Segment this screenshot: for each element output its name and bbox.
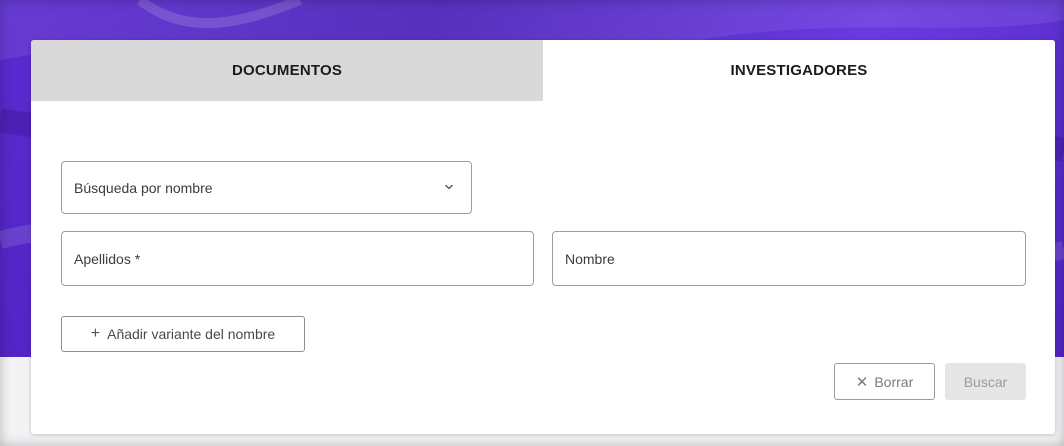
add-name-variant-button[interactable]: + Añadir variante del nombre bbox=[61, 316, 305, 352]
search-button[interactable]: Buscar bbox=[945, 363, 1026, 400]
name-input[interactable]: Nombre bbox=[552, 231, 1026, 286]
name-label: Nombre bbox=[565, 250, 615, 267]
tab-documentos[interactable]: DOCUMENTOS bbox=[31, 40, 543, 101]
search-button-label: Buscar bbox=[963, 373, 1008, 390]
clear-button-label: Borrar bbox=[874, 373, 914, 390]
search-by-name-select[interactable]: Búsqueda por nombre bbox=[61, 161, 472, 214]
search-panel: DOCUMENTOS INVESTIGADORES Búsqueda por n… bbox=[31, 40, 1055, 434]
close-icon: ✕ bbox=[855, 373, 869, 391]
add-name-variant-label: Añadir variante del nombre bbox=[107, 326, 276, 342]
chevron-down-icon bbox=[445, 184, 453, 190]
surname-input[interactable]: Apellidos * bbox=[61, 231, 534, 286]
clear-button[interactable]: ✕ Borrar bbox=[834, 363, 935, 400]
tab-investigadores[interactable]: INVESTIGADORES bbox=[543, 40, 1055, 101]
plus-icon: + bbox=[90, 325, 101, 342]
surname-label: Apellidos * bbox=[74, 250, 141, 267]
tab-bar: DOCUMENTOS INVESTIGADORES bbox=[31, 40, 1055, 101]
search-by-name-label: Búsqueda por nombre bbox=[74, 179, 213, 196]
